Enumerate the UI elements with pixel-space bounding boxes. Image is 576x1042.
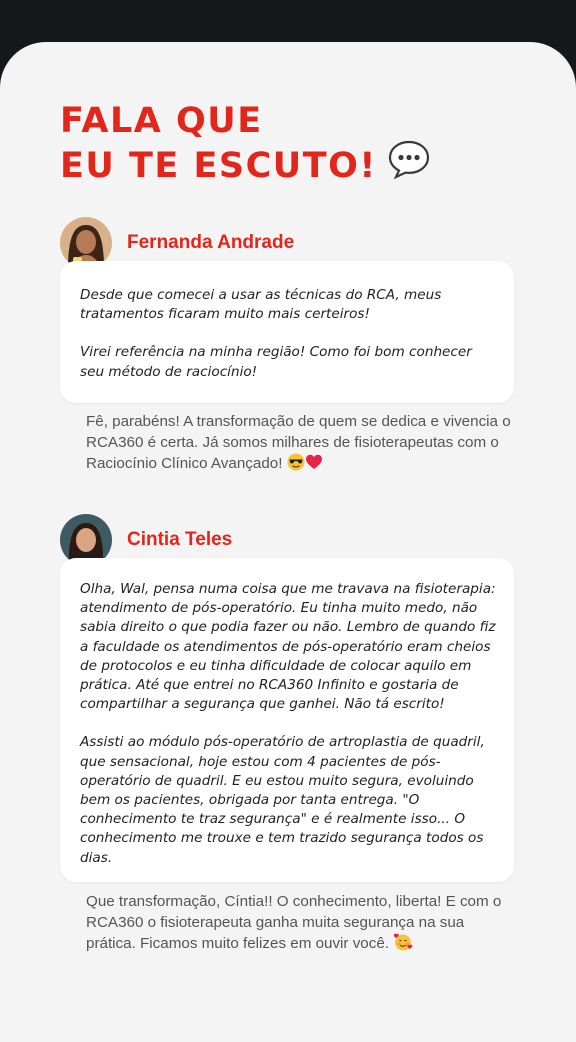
testimonial-name: Cintia Teles	[127, 529, 233, 550]
testimonial-message-paragraph: Virei referência na minha região! Como f…	[80, 344, 472, 380]
headline-line-2-text: EU TE ESCUTO!	[60, 146, 377, 186]
reply-text-content: Que transformação, Cíntia!! O conhecimen…	[86, 893, 502, 952]
testimonial-message-paragraph: Desde que comecei a usar as técnicas do …	[80, 287, 442, 323]
headline-line-1: FALA QUE	[60, 101, 263, 141]
testimonial-message-bubble: Olha, Wal, pensa numa coisa que me trava…	[60, 558, 514, 882]
reply-text: Fê, parabéns! A transformação de quem se…	[86, 412, 524, 478]
reply-text: Que transformação, Cíntia!! O conhecimen…	[86, 892, 506, 958]
heart-icon	[305, 453, 323, 478]
sunglasses-emoji-icon	[287, 453, 305, 478]
testimonial-message-paragraph: Assisti ao módulo pós-operatório de artr…	[80, 734, 485, 866]
headline: FALA QUE EU TE ESCUTO!	[60, 100, 431, 192]
headline-line-2: EU TE ESCUTO!	[60, 139, 431, 192]
hearts-face-emoji-icon	[393, 933, 413, 958]
testimonial-message-paragraph: Olha, Wal, pensa numa coisa que me trava…	[80, 581, 496, 713]
testimonial-name: Fernanda Andrade	[127, 232, 295, 253]
speech-bubble-icon	[387, 139, 431, 189]
testimonial-message-bubble: Desde que comecei a usar as técnicas do …	[60, 261, 514, 403]
